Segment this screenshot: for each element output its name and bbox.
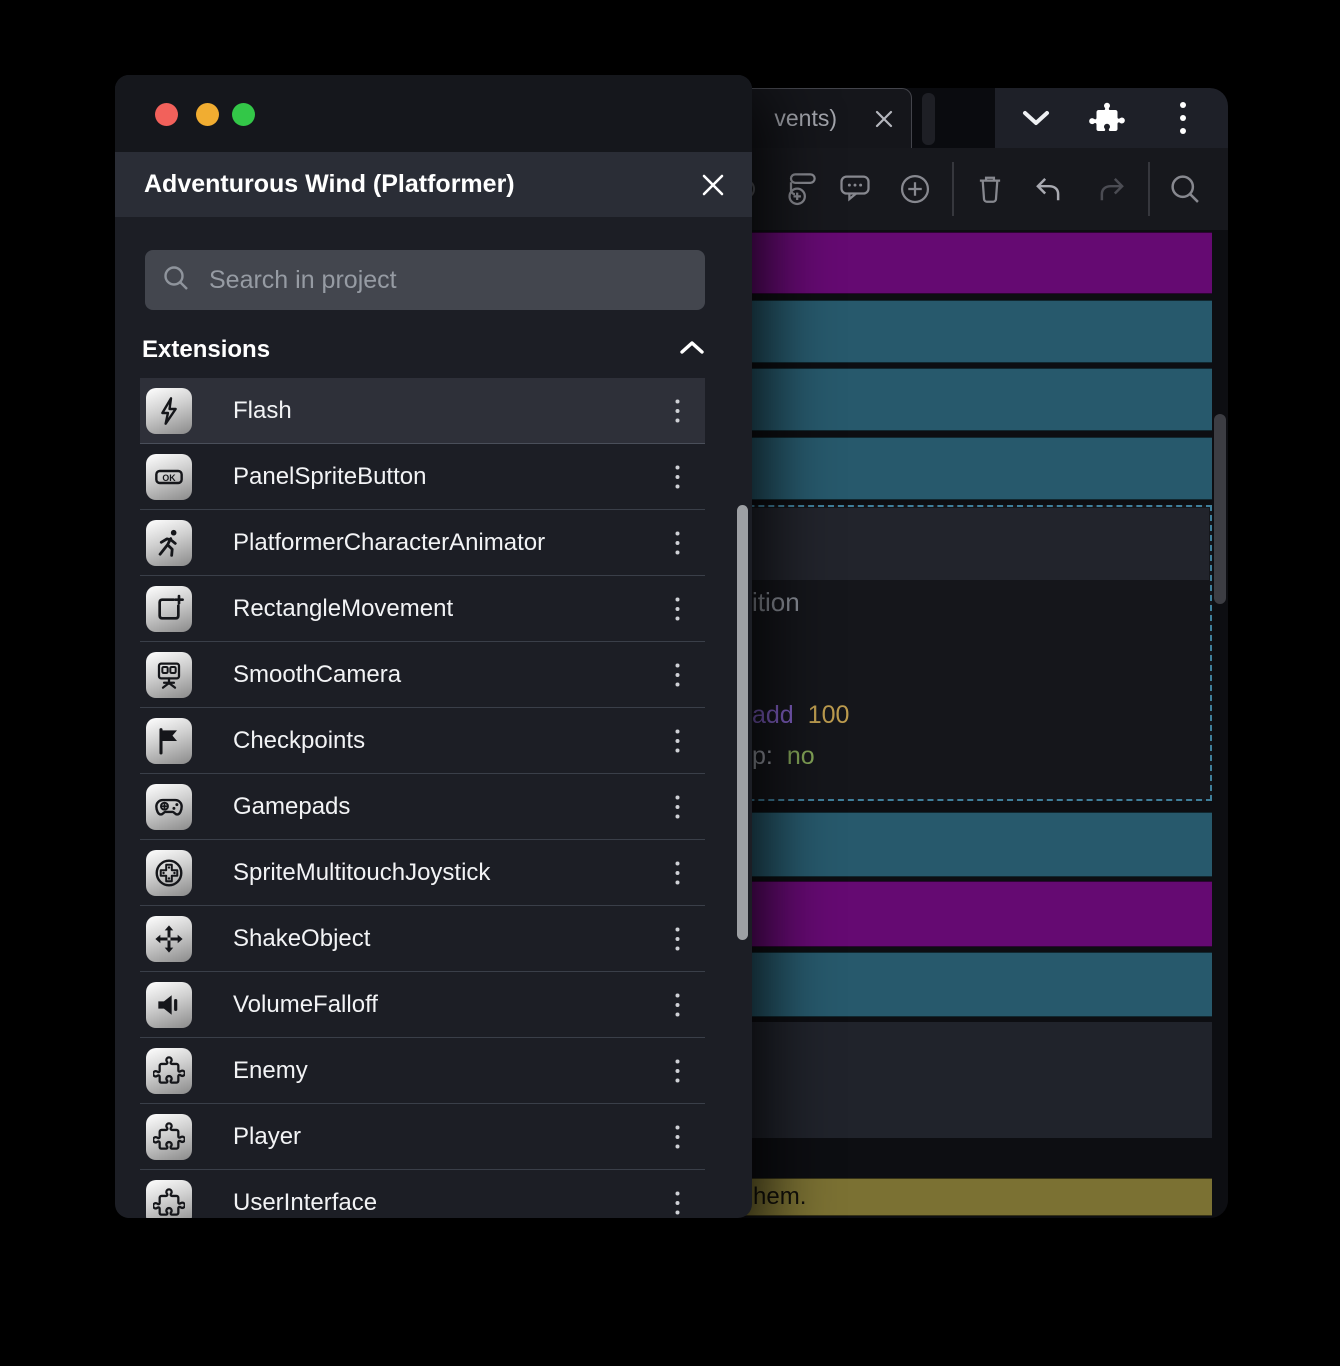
kebab-menu-icon[interactable] [657,652,697,698]
window-controls [995,88,1228,148]
extension-item-shakeobject[interactable]: ShakeObject [140,906,705,972]
kebab-menu-icon[interactable] [657,784,697,830]
extension-item-smoothcamera[interactable]: SmoothCamera [140,642,705,708]
kebab-menu-icon[interactable] [657,1048,697,1094]
toolbar-divider [952,162,954,216]
kebab-menu-icon[interactable] [657,388,697,434]
redo-icon[interactable] [1094,171,1130,207]
kebab-menu-icon[interactable] [657,982,697,1028]
search-input[interactable] [207,264,689,296]
panel-header: Adventurous Wind (Platformer) [115,152,752,217]
kebab-menu-icon[interactable] [657,586,697,632]
kebab-menu-icon[interactable] [1179,88,1187,148]
window-zoom-button[interactable] [232,103,255,126]
add-event-icon[interactable] [782,171,818,207]
project-manager-panel: Adventurous Wind (Platformer) Extensions… [115,75,752,1218]
extensions-list: Flash OK PanelSpriteButton PlatformerCha… [140,378,705,1218]
tab-label: vents) [774,105,837,131]
search-icon[interactable] [1167,171,1203,207]
close-icon[interactable] [698,170,728,200]
kebab-menu-icon[interactable] [657,1180,697,1219]
events-scrollbar[interactable] [1214,414,1226,604]
window-close-button[interactable] [155,103,178,126]
panel-title: Adventurous Wind (Platformer) [144,170,515,198]
speaker-icon [146,981,192,1028]
panel-scrollbar[interactable] [737,505,748,940]
runner-icon [146,519,192,566]
extension-item-enemy[interactable]: Enemy [140,1038,705,1104]
extension-item-platformercharacteranimator[interactable]: PlatformerCharacterAnimator [140,510,705,576]
flash-icon [146,387,192,434]
puzzle-piece-icon [146,1047,192,1094]
kebab-menu-icon[interactable] [657,850,697,896]
ok-button-icon: OK [146,453,192,500]
extension-item-player[interactable]: Player [140,1104,705,1170]
joystick-icon [146,849,192,896]
condition-text-fragment: ition [752,587,800,617]
kebab-menu-icon[interactable] [657,916,697,962]
action-text-lines: add 100 p: no [752,701,850,770]
kebab-menu-icon[interactable] [657,1114,697,1160]
extension-item-gamepads[interactable]: Gamepads [140,774,705,840]
add-comment-icon[interactable] [837,171,873,207]
window-minimize-button[interactable] [196,103,219,126]
extension-item-panelspritebutton[interactable]: OK PanelSpriteButton [140,444,705,510]
extension-item-flash[interactable]: Flash [140,378,705,444]
search-icon [161,263,191,298]
trash-icon[interactable] [972,171,1008,207]
next-tab-edge [922,93,935,145]
rectangle-plus-icon [146,585,192,632]
kebab-menu-icon[interactable] [657,718,697,764]
kebab-menu-icon[interactable] [657,454,697,500]
section-label: Extensions [142,336,271,363]
add-circle-icon[interactable] [897,171,933,207]
puzzle-extension-icon[interactable] [1089,88,1125,148]
extension-item-rectanglemovement[interactable]: RectangleMovement [140,576,705,642]
extensions-section-header[interactable]: Extensions [142,330,705,370]
svg-text:OK: OK [162,472,176,482]
toolbar-divider [1148,162,1150,216]
chevron-down-icon[interactable] [1021,88,1051,148]
move-arrows-icon [146,915,192,962]
extension-item-volumefalloff[interactable]: VolumeFalloff [140,972,705,1038]
extension-item-checkpoints[interactable]: Checkpoints [140,708,705,774]
undo-icon[interactable] [1030,171,1066,207]
kebab-menu-icon[interactable] [657,520,697,566]
camera-icon [146,651,192,698]
chevron-up-icon[interactable] [679,340,705,361]
flag-icon [146,717,192,764]
extension-item-spritemultitouchjoystick[interactable]: SpriteMultitouchJoystick [140,840,705,906]
gamepad-icon [146,783,192,830]
extension-item-userinterface[interactable]: UserInterface [140,1170,705,1218]
search-box[interactable] [145,250,705,310]
puzzle-piece-icon [146,1113,192,1160]
tab-close-icon[interactable] [873,108,895,130]
panel-titlebar [115,75,752,152]
puzzle-piece-icon [146,1179,192,1218]
